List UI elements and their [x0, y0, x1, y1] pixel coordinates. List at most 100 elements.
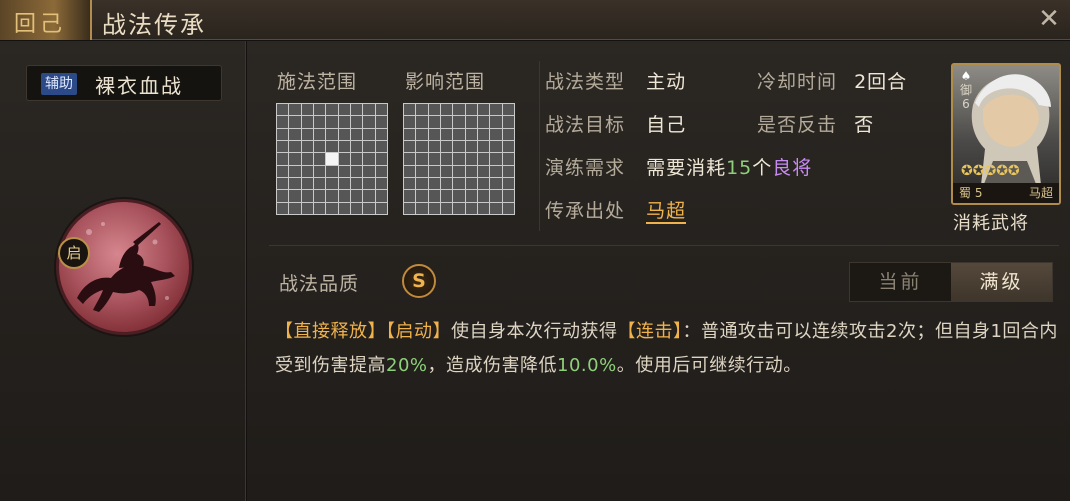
info-counter-row: 是否反击 否 — [757, 110, 874, 137]
close-icon[interactable]: ✕ — [1034, 4, 1064, 34]
range-cell — [375, 116, 387, 128]
range-cell — [477, 128, 490, 140]
info-cooldown-label: 冷却时间 — [757, 71, 838, 93]
range-cell — [428, 177, 440, 190]
range-cell — [338, 202, 350, 214]
quality-badge: S — [402, 264, 436, 298]
range-cell — [465, 165, 477, 177]
info-type-value: 主动 — [646, 71, 687, 93]
range-cell — [350, 128, 363, 140]
range-cell — [363, 165, 375, 177]
range-cell — [465, 177, 477, 190]
range-cell — [453, 128, 465, 140]
cast-range-label: 施法范围 — [277, 71, 358, 93]
range-cell — [375, 177, 387, 190]
range-cell — [301, 104, 313, 116]
info-train-row: 演练需求 需要消耗15个良将 — [545, 153, 812, 180]
range-cell — [363, 116, 375, 128]
skill-description: 【直接释放】【启动】使自身本次行动获得【连击】：普通攻击可以连续攻击2次；但自身… — [275, 315, 1065, 383]
range-cell — [416, 177, 428, 190]
range-cell — [502, 128, 514, 140]
info-train-item: 良将 — [772, 157, 813, 179]
range-cell — [313, 177, 326, 190]
range-cell — [289, 190, 301, 202]
range-cell — [428, 165, 440, 177]
range-cell — [404, 190, 416, 202]
range-cell — [477, 177, 490, 190]
range-cell — [338, 165, 350, 177]
general-name: 马超 — [1028, 186, 1053, 200]
range-cell — [477, 165, 490, 177]
range-cell — [490, 104, 502, 116]
tab-max-level[interactable]: 满级 — [951, 263, 1052, 301]
range-cell — [428, 116, 440, 128]
range-cell — [313, 104, 326, 116]
range-cell-center — [326, 153, 338, 165]
range-cell — [301, 190, 313, 202]
range-cell — [416, 116, 428, 128]
range-cell — [404, 140, 416, 153]
range-cell — [440, 128, 453, 140]
desc-val2: 10.0% — [557, 355, 617, 376]
range-cell — [502, 190, 514, 202]
range-cell — [301, 140, 313, 153]
info-train-count: 15 — [726, 157, 753, 179]
range-cell — [453, 177, 465, 190]
range-cell — [289, 177, 301, 190]
range-cell — [490, 202, 502, 214]
range-cell — [465, 153, 477, 165]
range-cell — [404, 153, 416, 165]
range-cell — [440, 177, 453, 190]
info-train-prefix: 需要消耗 — [646, 157, 727, 179]
range-cell — [363, 202, 375, 214]
range-cell — [277, 202, 289, 214]
range-cell — [338, 190, 350, 202]
range-cell — [338, 177, 350, 190]
info-target-label: 战法目标 — [545, 114, 626, 136]
range-cell — [490, 153, 502, 165]
desc-tag-direct: 【直接释放】 — [275, 321, 386, 342]
range-cell — [490, 140, 502, 153]
range-cell — [404, 177, 416, 190]
range-cell — [477, 190, 490, 202]
range-cell — [428, 104, 440, 116]
range-cell — [338, 140, 350, 153]
range-cell — [453, 190, 465, 202]
general-card-footer: 蜀 5 马超 — [953, 183, 1059, 203]
range-cell — [502, 202, 514, 214]
info-train-unit: 个 — [752, 157, 773, 179]
range-cell — [416, 128, 428, 140]
range-cell — [465, 104, 477, 116]
general-cost: 6 — [962, 97, 970, 111]
desc-text4: 。使用后可继续行动。 — [616, 355, 802, 376]
info-cooldown-row: 冷却时间 2回合 — [757, 67, 907, 94]
desc-text1: 使自身本次行动获得 — [451, 321, 618, 342]
skill-left-panel: 辅助 裸衣血战 启 — [0, 41, 246, 501]
range-cell — [440, 153, 453, 165]
range-cell — [404, 116, 416, 128]
range-cell — [465, 116, 477, 128]
general-card[interactable]: ♠ 御 6 ✪✪✪✪✪ 蜀 5 马超 — [951, 63, 1061, 205]
range-cell — [453, 165, 465, 177]
range-cell — [350, 153, 363, 165]
range-cell — [453, 116, 465, 128]
info-type-label: 战法类型 — [545, 71, 626, 93]
range-cell — [301, 153, 313, 165]
range-cell — [404, 128, 416, 140]
range-cell — [416, 202, 428, 214]
range-cell — [313, 165, 326, 177]
emblem-start-badge: 启 — [58, 237, 90, 269]
range-cell — [313, 140, 326, 153]
range-cell — [490, 177, 502, 190]
range-cell — [326, 190, 338, 202]
info-source-link[interactable]: 马超 — [646, 200, 687, 224]
range-cell — [404, 165, 416, 177]
range-cell — [277, 128, 289, 140]
range-cell — [375, 165, 387, 177]
tab-current-level[interactable]: 当前 — [850, 263, 951, 301]
ornament-glyph: 回己 — [14, 12, 67, 37]
range-cell — [416, 140, 428, 153]
title-ornament: 回己 — [0, 0, 92, 40]
level-toggle: 当前 满级 — [849, 262, 1053, 302]
range-cell — [440, 190, 453, 202]
